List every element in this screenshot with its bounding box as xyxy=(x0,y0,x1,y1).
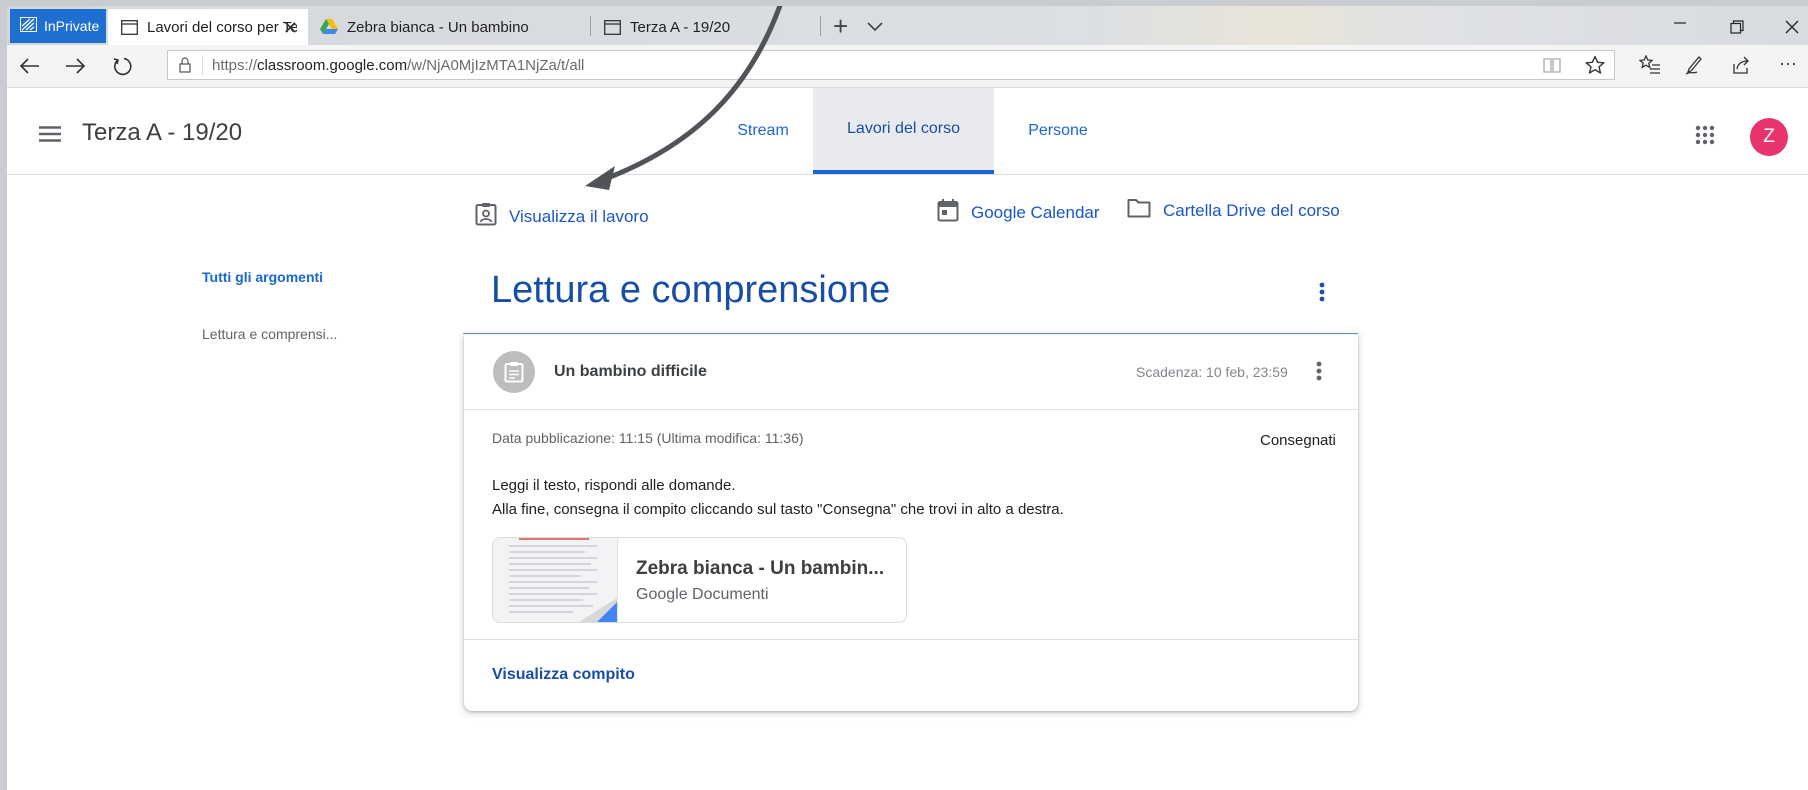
avatar[interactable]: Z xyxy=(1750,118,1788,156)
more-vert-icon[interactable] xyxy=(1316,361,1322,386)
classroom-header: Terza A - 19/20 Stream Lavori del corso … xyxy=(7,88,1808,175)
description-line: Alla fine, consegna il compito cliccando… xyxy=(492,501,1064,518)
close-icon[interactable]: ✕ xyxy=(283,18,298,39)
tab-persone[interactable]: Persone xyxy=(1013,88,1103,174)
calendar-icon xyxy=(937,198,959,227)
tab-label: Terza A - 19/20 xyxy=(630,18,731,36)
tab-terza-a[interactable]: Terza A - 19/20 xyxy=(591,9,821,45)
tab-label: Lavori del corso per Ter. xyxy=(147,18,297,36)
refresh-icon[interactable] xyxy=(111,55,133,77)
drive-folder-link[interactable]: Cartella Drive del corso xyxy=(1127,198,1340,223)
chevron-down-icon[interactable] xyxy=(867,19,883,37)
favorite-star-icon[interactable] xyxy=(1585,55,1605,80)
tab-lavori-del-corso[interactable]: Lavori del corso per Ter. ✕ xyxy=(108,9,308,45)
inprivate-badge[interactable]: InPrivate xyxy=(10,9,106,43)
assignment-title[interactable]: Un bambino difficile xyxy=(554,363,707,381)
browser-window: InPrivate Lavori del corso per Ter. ✕ Ze… xyxy=(7,6,1808,790)
view-work-label: Visualizza il lavoro xyxy=(509,206,649,226)
tab-stream[interactable]: Stream xyxy=(719,88,807,174)
url-text[interactable]: https://classroom.google.com/w/NjA0MjIzM… xyxy=(212,57,584,74)
topic-divider xyxy=(463,333,1358,334)
assignment-description: Leggi il testo, rispondi alle domande. A… xyxy=(492,474,1064,522)
sidebar-item-all-topics[interactable]: Tutti gli argomenti xyxy=(202,269,323,285)
google-calendar-label: Google Calendar xyxy=(971,202,1100,222)
minimize-icon[interactable] xyxy=(1673,11,1687,36)
url-domain: classroom.google.com xyxy=(257,57,408,74)
assignment-icon xyxy=(493,351,535,393)
address-divider xyxy=(202,55,203,75)
tab-label: Zebra bianca - Un bambino xyxy=(347,18,529,36)
url-path: /w/NjA0MjIzMTA1NjZa/t/all xyxy=(407,57,585,74)
new-tab-icon[interactable]: + xyxy=(833,11,848,42)
sidebar-item-topic[interactable]: Lettura e comprensi... xyxy=(202,326,337,342)
document-thumbnail xyxy=(493,538,618,622)
attachment-card[interactable]: Zebra bianca - Un bambin... Google Docum… xyxy=(492,537,907,623)
tab-zebra-bianca[interactable]: Zebra bianca - Un bambino xyxy=(308,9,590,45)
lock-icon[interactable] xyxy=(179,57,191,78)
drive-folder-label: Cartella Drive del corso xyxy=(1163,200,1340,220)
favorites-list-icon[interactable] xyxy=(1638,54,1661,80)
description-line: Leggi il testo, rispondi alle domande. xyxy=(492,477,736,494)
page-icon xyxy=(603,18,621,36)
url-prefix: https:// xyxy=(212,57,258,74)
inprivate-label: InPrivate xyxy=(44,18,100,34)
reading-view-icon[interactable] xyxy=(1543,57,1561,78)
assignment-card: Un bambino difficile Scadenza: 10 feb, 2… xyxy=(464,335,1358,711)
posted-date: Data pubblicazione: 11:15 (Ultima modifi… xyxy=(492,430,804,446)
tab-strip: InPrivate Lavori del corso per Ter. ✕ Ze… xyxy=(7,6,1808,45)
tab-label: Lavori del corso xyxy=(847,120,960,137)
attachment-type: Google Documenti xyxy=(636,586,769,603)
menu-icon[interactable] xyxy=(39,126,61,147)
address-bar[interactable]: https://classroom.google.com/w/NjA0MjIzM… xyxy=(167,50,1615,80)
view-assignment-link[interactable]: Visualizza compito xyxy=(492,666,635,684)
topic-title: Lettura e comprensione xyxy=(491,269,891,311)
share-icon[interactable] xyxy=(1731,55,1751,80)
tab-lavori-del-corso[interactable]: Lavori del corso xyxy=(813,88,994,174)
inprivate-icon xyxy=(20,17,37,35)
view-work-link[interactable]: Visualizza il lavoro xyxy=(475,202,649,231)
close-window-icon[interactable] xyxy=(1785,18,1799,39)
tab-label: Persone xyxy=(1028,122,1088,139)
apps-grid-icon[interactable] xyxy=(1695,125,1715,150)
back-icon[interactable] xyxy=(19,55,41,77)
pen-icon[interactable] xyxy=(1685,55,1705,80)
navigation-bar: https://classroom.google.com/w/NjA0MjIzM… xyxy=(7,45,1808,88)
tab-label: Stream xyxy=(737,122,789,139)
due-date: Scadenza: 10 feb, 23:59 xyxy=(1136,364,1288,380)
more-vert-icon[interactable] xyxy=(1319,282,1325,307)
avatar-initial: Z xyxy=(1763,126,1775,147)
submitted-count-label[interactable]: Consegnati xyxy=(1260,432,1336,449)
more-options-icon[interactable]: ··· xyxy=(1779,53,1797,74)
forward-icon[interactable] xyxy=(64,55,86,77)
restore-icon[interactable] xyxy=(1730,18,1744,39)
assignment-header[interactable]: Un bambino difficile Scadenza: 10 feb, 2… xyxy=(464,335,1358,410)
attachment-name: Zebra bianca - Un bambin... xyxy=(636,558,885,579)
google-drive-icon xyxy=(320,18,338,36)
class-title[interactable]: Terza A - 19/20 xyxy=(82,119,242,147)
google-calendar-link[interactable]: Google Calendar xyxy=(937,198,1100,227)
tab-separator xyxy=(820,16,821,36)
assignment-ind-icon xyxy=(475,202,497,231)
card-footer: Visualizza compito xyxy=(464,639,1358,712)
folder-icon xyxy=(1127,198,1151,223)
page-icon xyxy=(120,18,138,36)
